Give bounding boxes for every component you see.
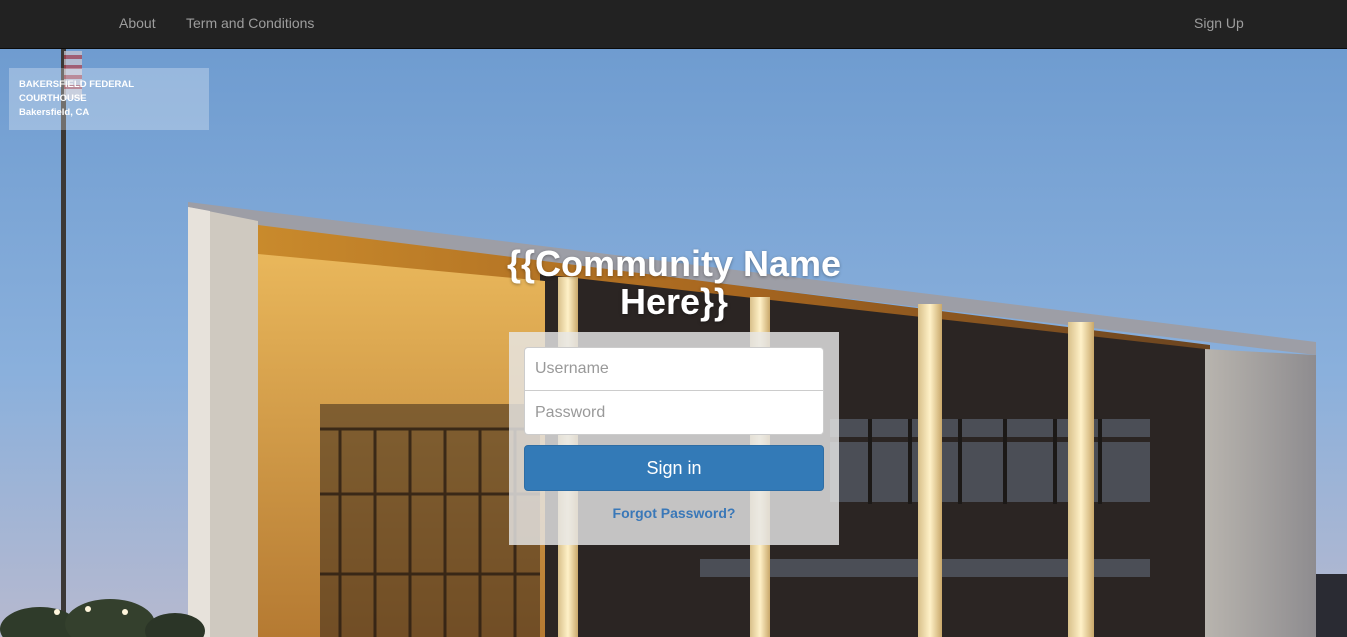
caption-building-name: BAKERSFIELD FEDERAL (19, 79, 135, 90)
sign-in-button[interactable]: Sign in (524, 445, 824, 491)
password-input[interactable] (524, 391, 824, 435)
top-navbar: About Term and Conditions Sign Up (0, 0, 1347, 49)
caption-location: Bakersfield, CA (19, 107, 90, 118)
caption-building-type: COURTHOUSE (19, 93, 87, 104)
nav-terms-link[interactable]: Term and Conditions (186, 0, 314, 48)
photo-caption: BAKERSFIELD FEDERAL COURTHOUSE Bakersfie… (9, 68, 209, 130)
login-form: Sign in Forgot Password? (509, 332, 839, 545)
nav-about-link[interactable]: About (119, 0, 156, 48)
login-page: About Term and Conditions Sign Up BAKERS… (0, 0, 1347, 637)
nav-signup-link[interactable]: Sign Up (1194, 0, 1244, 48)
username-input[interactable] (524, 347, 824, 391)
forgot-password-link[interactable]: Forgot Password? (509, 505, 839, 521)
community-title: {{Community Name Here}} (506, 243, 842, 322)
